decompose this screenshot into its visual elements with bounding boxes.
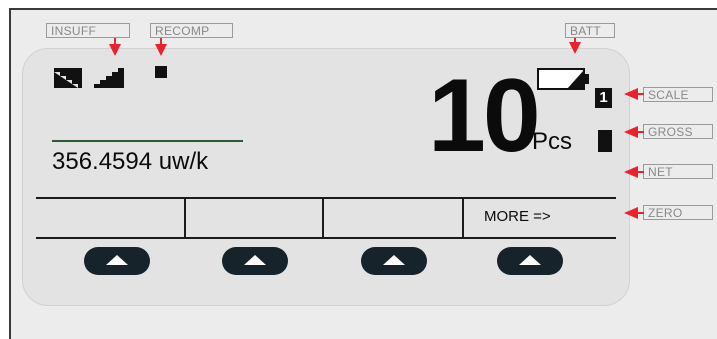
scale-number-badge: 1 — [595, 88, 612, 108]
recomp-indicator — [155, 66, 167, 78]
batt-annotation-label: BATT — [565, 23, 615, 38]
gross-indicator — [598, 130, 612, 152]
scale-arrow-stem — [636, 93, 644, 95]
softkey-button-1[interactable] — [84, 247, 150, 275]
battery-icon — [537, 68, 589, 90]
softkey-row-top-border — [36, 197, 616, 199]
softkey-row-bottom-border — [36, 237, 616, 239]
softkey-label-more: MORE => — [484, 208, 551, 225]
count-unit-label: Pcs — [532, 128, 573, 155]
net-arrow-stem — [636, 171, 644, 173]
insuff-annotation-label: INSUFF — [46, 23, 130, 38]
softkey-button-3[interactable] — [361, 247, 427, 275]
softkey-divider-3 — [462, 197, 464, 239]
zero-arrow-stem — [636, 212, 644, 214]
recomp-annotation-label: RECOMP — [150, 23, 233, 38]
main-count-value: 10 — [428, 58, 541, 174]
recomp-arrow-icon — [155, 44, 167, 56]
insufficient-sample-icon — [54, 68, 124, 88]
gross-arrow-stem — [636, 131, 644, 133]
batt-arrow-icon — [569, 42, 581, 54]
average-piece-weight: 356.4594 uw/k — [52, 148, 209, 175]
softkey-button-2[interactable] — [222, 247, 288, 275]
gross-annotation-label: GROSS — [643, 124, 713, 139]
softkey-divider-2 — [322, 197, 324, 239]
insuff-arrow-icon — [109, 44, 121, 56]
scale-annotation-label: SCALE — [643, 87, 713, 102]
net-annotation-label: NET — [643, 164, 713, 179]
softkey-divider-1 — [184, 197, 186, 239]
softkey-button-4[interactable] — [497, 247, 563, 275]
apw-divider — [52, 140, 243, 142]
zero-annotation-label: ZERO — [643, 205, 713, 220]
